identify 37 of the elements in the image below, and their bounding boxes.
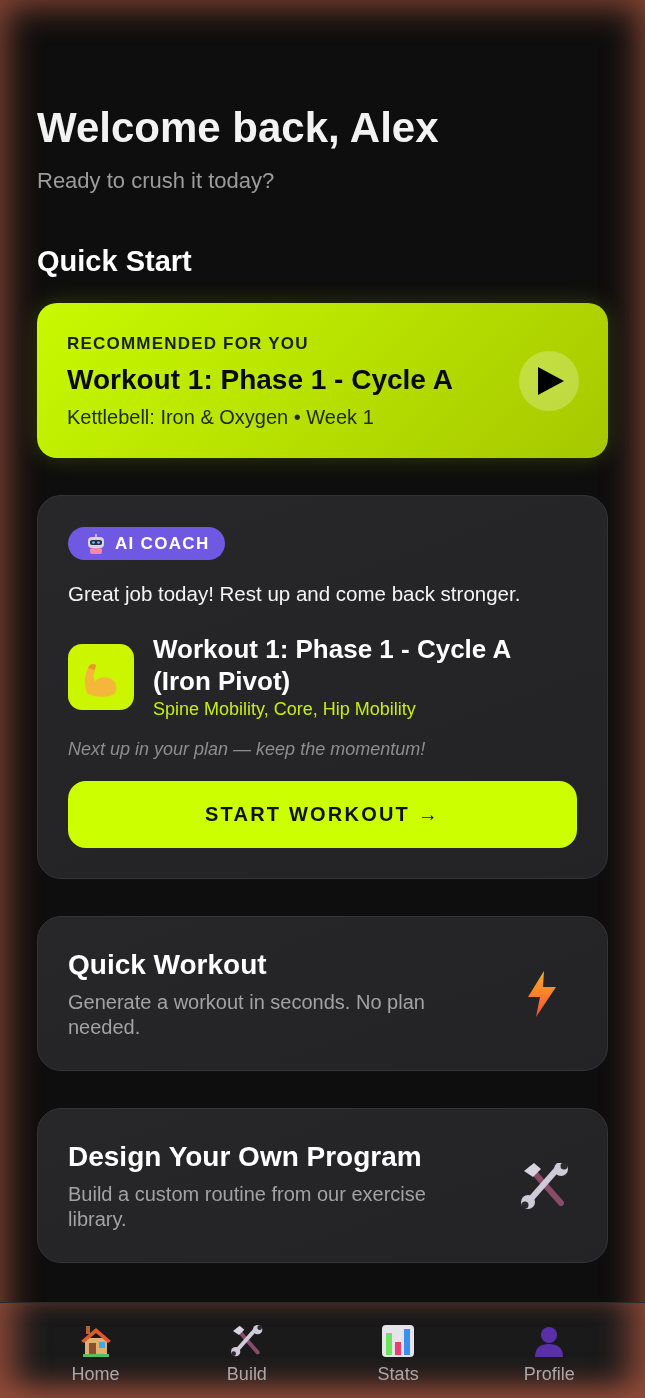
lightning-bolt-icon bbox=[528, 970, 556, 1017]
house-icon bbox=[79, 1325, 112, 1357]
nav-tab[interactable]: Profile bbox=[473, 1303, 625, 1398]
hammer-and-wrench-icon bbox=[521, 1162, 569, 1209]
action-card[interactable]: Quick Workout Generate a workout in seconds. No plan needed. bbox=[37, 916, 608, 1071]
nav-tab-label: Stats bbox=[377, 1363, 419, 1385]
nav-tab-label: Profile bbox=[523, 1363, 575, 1385]
program-subtitle: Kettlebell: Iron & Oxygen • Week 1 bbox=[67, 405, 375, 430]
section-heading: Quick Start bbox=[37, 244, 193, 278]
recommended-label: RECOMMENDED FOR YOU bbox=[67, 333, 310, 355]
hammer-and-wrench-icon bbox=[230, 1325, 263, 1357]
nav-tab-label: Home bbox=[71, 1363, 120, 1385]
badge-label: AI COACH bbox=[115, 533, 210, 554]
action-card-title: Quick Workout bbox=[68, 947, 268, 982]
nav-tab-label: Build bbox=[226, 1363, 267, 1385]
action-card[interactable]: Design Your Own Program Build a custom routine from our exercise library. bbox=[37, 1108, 608, 1263]
flexed-bicep-icon bbox=[68, 644, 134, 710]
recommended-workout-card[interactable]: RECOMMENDED FOR YOU Workout 1: Phase 1 - Cycle A Kettlebell: Iron & Oxygen • Week 1 bbox=[37, 303, 608, 458]
welcome-title: Welcome back, Alex bbox=[37, 103, 440, 153]
coach-message: Great job today! Rest up and come back stronger. bbox=[68, 581, 521, 607]
play-icon bbox=[538, 367, 564, 395]
workout-focus: Spine Mobility, Core, Hip Mobility bbox=[153, 698, 417, 721]
nav-tab[interactable]: Stats bbox=[322, 1303, 474, 1398]
action-card-description: Generate a workout in seconds. No plan needed. bbox=[68, 989, 426, 1040]
action-card-description: Build a custom routine from our exercise library. bbox=[68, 1181, 427, 1232]
nav-tab[interactable]: Build bbox=[171, 1303, 323, 1398]
welcome-subtitle: Ready to crush it today? bbox=[37, 167, 276, 195]
robot-icon bbox=[86, 533, 106, 554]
bar-chart-icon bbox=[382, 1325, 415, 1357]
workout-title: Workout 1: Phase 1 - Cycle A bbox=[67, 363, 453, 397]
coach-note: Next up in your plan — keep the momentum! bbox=[68, 738, 426, 761]
action-card-title: Design Your Own Program bbox=[68, 1139, 423, 1174]
nav-tab[interactable]: Home bbox=[20, 1303, 172, 1398]
coach-workout-title: Workout 1: Phase 1 - Cycle A (Iron Pivot) bbox=[153, 633, 512, 697]
person-silhouette-icon bbox=[533, 1325, 566, 1357]
start-workout-button[interactable]: START WORKOUT → bbox=[68, 781, 577, 848]
play-button[interactable] bbox=[519, 351, 579, 411]
